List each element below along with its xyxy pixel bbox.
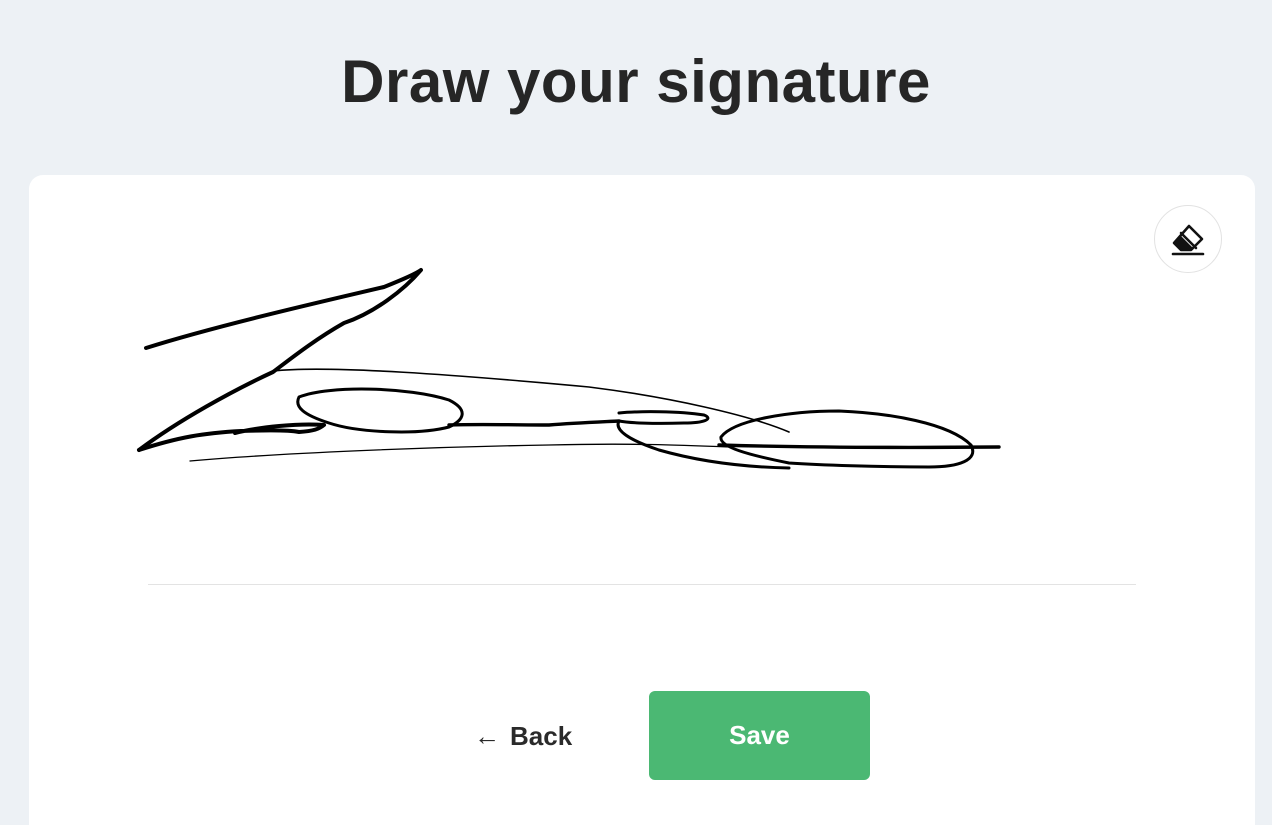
signature-stroke — [616, 410, 791, 470]
arrow-left-icon: ← — [474, 721, 500, 751]
back-button-label: Back — [510, 720, 573, 751]
signature-stroke — [137, 268, 423, 452]
signature-canvas[interactable] — [29, 175, 1255, 585]
signature-page: Draw your signature ← Back Save — [0, 0, 1272, 825]
signature-stroke — [719, 409, 975, 469]
signature-baseline — [148, 584, 1136, 585]
signature-stroke — [717, 443, 1001, 450]
save-button[interactable]: Save — [649, 691, 870, 780]
signature-stroke — [272, 368, 790, 433]
back-button[interactable]: ← Back — [470, 715, 576, 757]
page-title: Draw your signature — [341, 48, 931, 115]
clear-signature-button[interactable] — [1154, 205, 1222, 273]
signature-stroke — [447, 419, 621, 427]
eraser-icon — [1171, 224, 1205, 256]
signature-card: ← Back Save — [29, 175, 1255, 825]
